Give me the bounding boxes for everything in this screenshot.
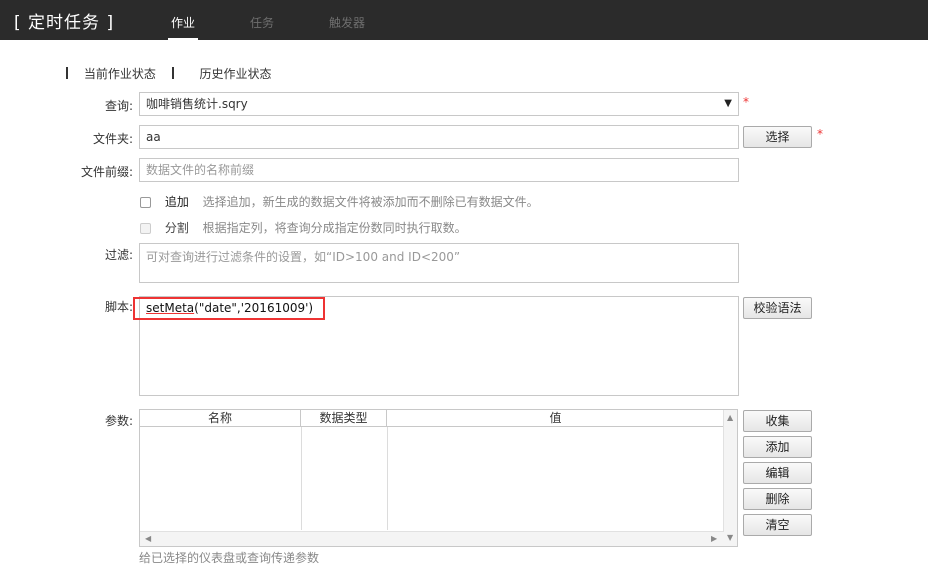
top-bar: [ 定时任务 ] 作业 任务 触发器 <box>0 0 928 40</box>
params-table[interactable]: 名称 数据类型 值 ▲ ▼ ◀ ▶ <box>139 409 738 547</box>
append-label: 追加 <box>164 195 189 209</box>
folder-value: aa <box>146 130 161 144</box>
delete-button[interactable]: 删除 <box>743 488 812 510</box>
column-header-type[interactable]: 数据类型 <box>301 410 387 427</box>
validate-syntax-button[interactable]: 校验语法 <box>743 297 812 319</box>
split-description: 根据指定列，将查询分成指定份数同时执行取数。 <box>202 221 467 235</box>
params-label: 参数: <box>104 414 133 428</box>
scroll-down-icon[interactable]: ▼ <box>727 533 733 542</box>
filter-label: 过滤: <box>104 248 133 262</box>
folder-input[interactable]: aa <box>139 125 739 149</box>
required-marker: * <box>743 95 749 109</box>
append-description: 选择追加，新生成的数据文件将被添加而不删除已有数据文件。 <box>202 195 539 209</box>
filter-placeholder: 可对查询进行过滤条件的设置，如“ID>100 and ID<200” <box>146 250 461 264</box>
params-hint: 给已选择的仪表盘或查询传递参数 <box>139 551 320 565</box>
tab-jobs[interactable]: 作业 <box>171 14 195 31</box>
query-label: 查询: <box>104 99 133 113</box>
query-select[interactable]: 咖啡销售统计.sqry ▼ <box>139 92 739 116</box>
app-title: [ 定时任务 ] <box>14 13 115 33</box>
vertical-scrollbar[interactable]: ▲ ▼ <box>723 410 737 546</box>
prefix-input[interactable]: 数据文件的名称前缀 <box>139 158 739 182</box>
edit-button[interactable]: 编辑 <box>743 462 812 484</box>
dropdown-arrow-icon[interactable]: ▼ <box>724 93 732 115</box>
prefix-placeholder: 数据文件的名称前缀 <box>146 163 255 177</box>
add-button[interactable]: 添加 <box>743 436 812 458</box>
filter-textarea[interactable]: 可对查询进行过滤条件的设置，如“ID>100 and ID<200” <box>139 243 739 283</box>
split-option: 分割 根据指定列，将查询分成指定份数同时执行取数。 <box>140 219 467 236</box>
subtab-divider <box>66 67 68 79</box>
query-value: 咖啡销售统计.sqry <box>146 97 248 111</box>
column-header-value[interactable]: 值 <box>387 410 724 427</box>
table-header: 名称 数据类型 值 <box>140 410 724 427</box>
choose-folder-button[interactable]: 选择 <box>743 126 812 148</box>
subtab-history-status[interactable]: 历史作业状态 <box>200 67 272 81</box>
scroll-left-icon[interactable]: ◀ <box>145 534 151 543</box>
horizontal-scrollbar[interactable]: ◀ ▶ <box>140 531 724 546</box>
job-status-subtabs: 当前作业状态 历史作业状态 <box>66 65 272 82</box>
required-marker: * <box>817 127 823 141</box>
active-tab-indicator <box>168 38 198 40</box>
column-divider <box>387 427 388 530</box>
collect-button[interactable]: 收集 <box>743 410 812 432</box>
tab-triggers[interactable]: 触发器 <box>329 14 365 31</box>
scroll-right-icon[interactable]: ▶ <box>711 534 717 543</box>
split-label: 分割 <box>164 221 189 235</box>
scroll-up-icon[interactable]: ▲ <box>727 413 733 422</box>
column-divider <box>301 427 302 530</box>
subtab-divider <box>171 67 174 79</box>
script-label: 脚本: <box>104 300 133 314</box>
column-header-name[interactable]: 名称 <box>140 410 301 427</box>
tab-tasks[interactable]: 任务 <box>250 14 274 31</box>
prefix-label: 文件前缀: <box>80 165 133 179</box>
script-highlight-box <box>133 297 325 320</box>
clear-button[interactable]: 清空 <box>743 514 812 536</box>
append-checkbox[interactable] <box>140 197 151 208</box>
folder-label: 文件夹: <box>92 132 133 146</box>
append-option[interactable]: 追加 选择追加，新生成的数据文件将被添加而不删除已有数据文件。 <box>140 193 539 210</box>
subtab-current-status[interactable]: 当前作业状态 <box>84 67 156 81</box>
split-checkbox[interactable] <box>140 223 151 234</box>
